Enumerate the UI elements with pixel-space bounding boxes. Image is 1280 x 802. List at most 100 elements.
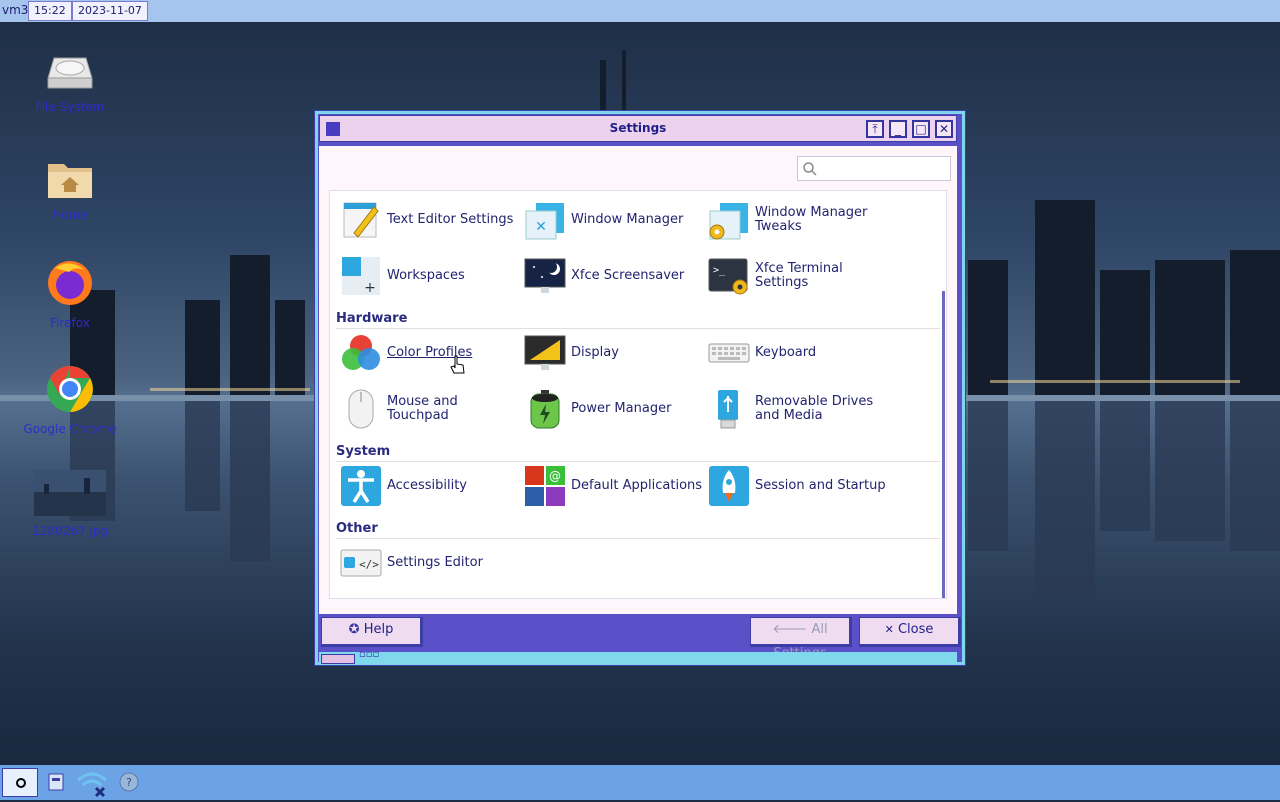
- close-button-label: Close: [897, 622, 934, 637]
- item-label: Mouse and Touchpad: [387, 394, 458, 423]
- minimize-button[interactable]: _: [889, 120, 907, 138]
- item-mouse-and-touchpad[interactable]: Mouse and Touchpad: [340, 386, 520, 432]
- workspace-label[interactable]: vm3: [2, 0, 28, 20]
- item-xfce-terminal-settings[interactable]: >_ Xfce Terminal Settings: [708, 253, 888, 299]
- desktop-icon-file-system[interactable]: File System: [20, 52, 120, 114]
- item-label: Default Applications: [571, 478, 703, 493]
- resize-handle[interactable]: [321, 654, 355, 664]
- keep-above-button[interactable]: ⤒: [866, 120, 884, 138]
- workspace-grid-icon: ▫▫▫: [359, 649, 380, 660]
- desktop-icon-label: 1280267.jpg: [32, 524, 108, 538]
- section-divider: [336, 461, 940, 462]
- search-input[interactable]: [820, 159, 948, 179]
- desktop-icon-label: Google Chrome: [23, 422, 117, 436]
- desktop-icon-label: Home: [52, 208, 88, 222]
- close-button[interactable]: ✕ Close: [859, 617, 961, 647]
- minimize-icon: _: [895, 122, 901, 136]
- item-color-profiles[interactable]: Color Profiles: [340, 330, 520, 376]
- clock-time[interactable]: 15:22: [28, 1, 72, 21]
- section-heading-other: Other: [336, 521, 378, 536]
- help-button[interactable]: ✪ Help: [321, 617, 423, 647]
- window-titlebar[interactable]: Settings ⤒ _ □ ✕: [319, 115, 957, 142]
- settings-list[interactable]: Text Editor Settings ✕ Window Manager Wi…: [329, 190, 947, 599]
- text-editor-settings-icon: [343, 202, 379, 238]
- svg-text:✕: ✕: [535, 219, 547, 235]
- section-heading-hardware: Hardware: [336, 311, 408, 326]
- svg-text:@: @: [549, 469, 561, 483]
- search-field[interactable]: [797, 156, 951, 181]
- window-title: Settings: [609, 121, 667, 135]
- item-power-manager[interactable]: Power Manager: [524, 386, 704, 432]
- item-label: Display: [571, 345, 619, 360]
- chrome-icon: [47, 366, 93, 412]
- desktop-icon-image[interactable]: 1280267.jpg: [20, 470, 120, 538]
- back-arrow-icon: 🡐: [772, 622, 808, 637]
- accessibility-icon: [341, 466, 381, 506]
- drive-icon: [47, 57, 93, 89]
- settings-client-area: Text Editor Settings ✕ Window Manager Wi…: [319, 146, 957, 614]
- network-status[interactable]: [74, 768, 112, 798]
- pin-up-icon: ⤒: [872, 122, 878, 136]
- menu-dot-icon: [16, 778, 26, 788]
- desktop-icon-chrome[interactable]: Google Chrome: [20, 364, 120, 436]
- item-window-manager-tweaks[interactable]: Window Manager Tweaks: [708, 197, 888, 243]
- item-label: Removable Drives and Media: [755, 394, 874, 423]
- section-divider: [336, 328, 940, 329]
- desktop-icon-label: Firefox: [50, 316, 90, 330]
- item-label: Workspaces: [387, 268, 465, 283]
- item-window-manager[interactable]: ✕ Window Manager: [524, 197, 704, 243]
- item-label: Power Manager: [571, 401, 672, 416]
- color-profiles-icon: [342, 335, 380, 370]
- terminal-settings-icon: >_: [708, 258, 748, 295]
- item-text-editor-settings[interactable]: Text Editor Settings: [340, 197, 520, 243]
- help-icon: ✪: [348, 622, 360, 637]
- show-desktop-button[interactable]: [46, 771, 68, 795]
- search-icon: [803, 162, 817, 176]
- item-workspaces[interactable]: + Workspaces: [340, 253, 520, 299]
- applications-menu-button[interactable]: [2, 768, 38, 797]
- item-default-applications[interactable]: @ Default Applications: [524, 463, 704, 509]
- battery-icon: [530, 390, 560, 429]
- close-icon: ✕: [938, 122, 950, 136]
- mouse-icon: [348, 389, 374, 429]
- item-display[interactable]: Display: [524, 330, 704, 376]
- display-icon: [524, 335, 566, 370]
- settings-editor-icon: </>: [340, 549, 382, 577]
- svg-text:</>: </>: [359, 558, 379, 571]
- item-keyboard[interactable]: Keyboard: [708, 330, 888, 376]
- image-thumbnail-icon: [34, 470, 106, 516]
- desktop-icon: [48, 773, 64, 791]
- item-label: Settings Editor: [387, 555, 483, 570]
- item-accessibility[interactable]: Accessibility: [340, 463, 520, 509]
- clock-date[interactable]: 2023-11-07: [72, 1, 148, 21]
- close-window-button[interactable]: ✕: [935, 120, 953, 138]
- svg-text:?: ?: [126, 776, 132, 789]
- svg-text:>_: >_: [713, 265, 726, 276]
- scrollbar[interactable]: [942, 291, 945, 598]
- item-label: Text Editor Settings: [387, 212, 514, 227]
- close-x-icon: ✕: [884, 623, 894, 636]
- help-tray-button[interactable]: ?: [118, 771, 142, 795]
- item-session-and-startup[interactable]: Session and Startup: [708, 463, 888, 509]
- item-label: Session and Startup: [755, 478, 886, 493]
- desktop-icon-label: File System: [35, 100, 105, 114]
- item-removable-drives[interactable]: Removable Drives and Media: [708, 386, 888, 432]
- item-settings-editor[interactable]: </> Settings Editor: [340, 540, 520, 586]
- window-manager-tweaks-icon: [709, 203, 748, 240]
- all-settings-button[interactable]: 🡐 All Settings: [750, 617, 852, 661]
- desktop-icon-firefox[interactable]: Firefox: [20, 258, 120, 330]
- window-statusbar: ▫▫▫: [319, 649, 957, 664]
- default-applications-icon: @: [525, 466, 565, 506]
- svg-text:+: +: [364, 280, 376, 296]
- section-heading-system: System: [336, 444, 391, 459]
- top-panel: vm3 15:22 2023-11-07: [0, 0, 1280, 22]
- help-button-label: Help: [363, 622, 394, 637]
- wifi-disconnected-icon: [77, 772, 107, 798]
- screensaver-icon: [524, 258, 566, 293]
- item-label: Xfce Terminal Settings: [755, 261, 843, 290]
- maximize-button[interactable]: □: [912, 120, 930, 138]
- item-xfce-screensaver[interactable]: Xfce Screensaver: [524, 253, 704, 299]
- desktop-icon-home[interactable]: Home: [20, 158, 120, 222]
- home-folder-icon: [48, 164, 92, 198]
- settings-window: Settings ⤒ _ □ ✕ Text Editor Settings ✕ …: [314, 110, 966, 666]
